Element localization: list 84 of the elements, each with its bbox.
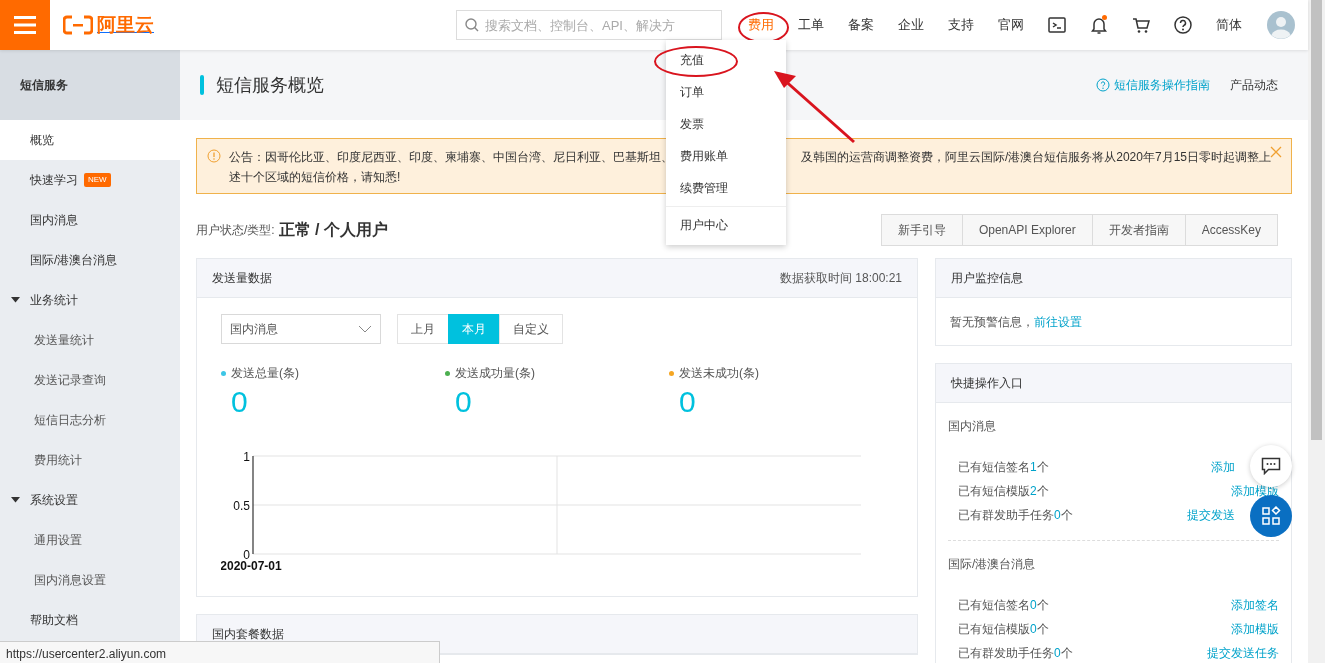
toolbar-button[interactable]: 新手引导 bbox=[880, 214, 963, 246]
stat-label: 发送总量(条) bbox=[231, 365, 299, 382]
new-badge: NEW bbox=[84, 173, 111, 187]
menu-icon[interactable] bbox=[14, 16, 36, 34]
sidebar-item[interactable]: 国内消息 bbox=[0, 200, 180, 240]
sidebar-item[interactable]: 费用统计 bbox=[0, 440, 180, 480]
sidebar-item[interactable]: 通用设置 bbox=[0, 520, 180, 560]
menu-item[interactable]: 续费管理 bbox=[680, 179, 728, 197]
sidebar-item[interactable]: 发送量统计 bbox=[0, 320, 180, 360]
message-type-select[interactable]: 国内消息 bbox=[221, 314, 381, 344]
sidebar-item[interactable]: 短信日志分析 bbox=[0, 400, 180, 440]
notice-text: 及韩国的运营商调整资费，阿里云国际/港澳台短信服务将从2020年7月15日零时起调整上 bbox=[800, 149, 1271, 166]
card-title: 国内套餐数据 bbox=[212, 626, 284, 643]
sidebar-item[interactable]: 快速学习 NEW bbox=[0, 160, 180, 200]
card-title: 发送量数据 bbox=[212, 270, 272, 287]
caret-icon[interactable] bbox=[11, 296, 20, 303]
nav-link[interactable]: 工单 bbox=[798, 15, 824, 35]
stat-value: 0 bbox=[454, 384, 472, 420]
scrollbar[interactable] bbox=[1308, 0, 1325, 663]
logo-icon bbox=[63, 15, 93, 35]
cart-icon[interactable] bbox=[1131, 15, 1151, 35]
page-title: 短信服务概览 bbox=[216, 73, 324, 97]
monitor-text: 暂无预警信息， bbox=[950, 313, 1034, 331]
toolbar-button[interactable]: OpenAPI Explorer bbox=[961, 214, 1093, 246]
axis-tick-label: 0 bbox=[243, 548, 250, 562]
help-icon[interactable] bbox=[1173, 15, 1193, 35]
axis-tick-label: 1 bbox=[243, 452, 250, 464]
menu-item[interactable]: 充值 bbox=[680, 51, 704, 69]
scrollbar-thumb[interactable] bbox=[1311, 0, 1322, 440]
sidebar-item[interactable]: 发送记录查询 bbox=[0, 360, 180, 400]
logo-text: 阿里云 bbox=[97, 12, 154, 37]
nav-link[interactable]: 企业 bbox=[898, 15, 924, 35]
caret-icon[interactable] bbox=[11, 496, 20, 503]
menu-item[interactable]: 订单 bbox=[680, 83, 704, 101]
chat-icon bbox=[1261, 457, 1281, 475]
period-tab[interactable]: 上月 bbox=[397, 314, 449, 344]
stat-value: 0 bbox=[678, 384, 696, 420]
count-text: 已有短信模版2个 bbox=[958, 483, 1049, 500]
section-title: 国内消息 bbox=[948, 418, 997, 435]
news-link[interactable]: 产品动态 bbox=[1230, 76, 1278, 94]
nav-link[interactable]: 官网 bbox=[998, 15, 1024, 35]
title-accent-bar bbox=[200, 75, 204, 95]
search-field[interactable]: 搜索文档、控制台、API、解决方 bbox=[456, 10, 722, 40]
sidebar-item[interactable]: 概览 bbox=[0, 120, 180, 160]
count-text: 已有短信签名 1个 bbox=[958, 459, 1049, 476]
card-title: 快捷操作入口 bbox=[951, 375, 1023, 392]
sidebar-item[interactable]: 业务统计 bbox=[0, 280, 180, 320]
axis-tick-label: 2020-07-01 bbox=[221, 559, 282, 573]
period-tab[interactable]: 自定义 bbox=[499, 314, 563, 344]
count-text: 已有短信签名0个 bbox=[958, 597, 1049, 614]
status-label: 用户状态/类型: bbox=[196, 222, 275, 239]
toolbar-button[interactable]: 开发者指南 bbox=[1091, 214, 1186, 246]
section-title: 国际/港澳台消息 bbox=[948, 556, 1037, 573]
language-link[interactable]: 简体 bbox=[1216, 15, 1242, 35]
stat-label: 发送成功量(条) bbox=[455, 365, 535, 382]
nav-link[interactable]: 备案 bbox=[848, 15, 874, 35]
sidebar-item[interactable]: 国际/港澳台消息 bbox=[0, 240, 180, 280]
card-title: 用户监控信息 bbox=[951, 270, 1023, 287]
toolbar-button[interactable]: AccessKey bbox=[1184, 214, 1278, 246]
stat-value: 0 bbox=[230, 384, 248, 420]
nav-link[interactable]: 支持 bbox=[948, 15, 974, 35]
sidebar-title: 短信服务 bbox=[0, 50, 180, 120]
sidebar-item[interactable]: 帮助文档 bbox=[0, 600, 180, 640]
bell-icon[interactable] bbox=[1089, 15, 1109, 35]
menu-item[interactable]: 费用账单 bbox=[680, 147, 728, 165]
notice-text: 公告：因哥伦比亚、印度尼西亚、印度、柬埔寨、中国台湾、尼日利亚、巴基斯坦、 bbox=[229, 149, 673, 166]
stat-label: 发送未成功(条) bbox=[679, 365, 759, 382]
terminal-icon[interactable] bbox=[1047, 15, 1067, 35]
fetch-time: 数据获取时间 18:00:21 bbox=[779, 270, 902, 287]
sidebar-item[interactable]: 国内消息设置 bbox=[0, 560, 180, 600]
status-value: 正常 / 个人用户 bbox=[278, 220, 388, 240]
menu-button[interactable] bbox=[0, 0, 50, 50]
sidebar-item[interactable]: 系统设置 bbox=[0, 480, 180, 520]
apps-icon bbox=[1261, 506, 1281, 526]
count-text: 已有群发助手任务0个 bbox=[958, 645, 1073, 662]
menu-item[interactable]: 用户中心 bbox=[680, 216, 728, 234]
count-text: 已有短信模版0个 bbox=[958, 621, 1049, 638]
chevron-down-icon bbox=[358, 325, 372, 333]
notice-text: 述十个区域的短信价格，请知悉! bbox=[228, 169, 402, 186]
status-url: https://usercenter2.aliyun.com bbox=[0, 641, 440, 663]
count-text: 已有群发助手任务0个 bbox=[958, 507, 1073, 524]
axis-tick-label: 0.5 bbox=[233, 499, 250, 513]
menu-item[interactable]: 发票 bbox=[680, 115, 704, 133]
info-icon bbox=[207, 149, 221, 163]
